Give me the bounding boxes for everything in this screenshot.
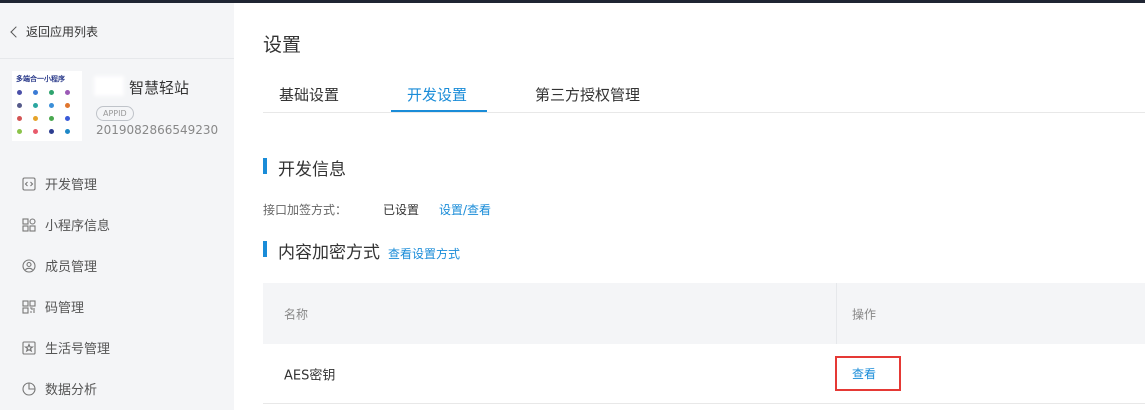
- tab-basic-settings[interactable]: 基础设置: [279, 84, 339, 105]
- table-row: AES密钥 查看: [263, 344, 1145, 404]
- sidebar: 返回应用列表 多端合一小程序 智慧轻站 APPID 20190828665492…: [0, 3, 234, 410]
- view-aes-key-button[interactable]: 查看: [835, 356, 901, 391]
- page-title: 设置: [263, 34, 302, 56]
- sign-method-row: 接口加签方式： 已设置 设置/查看: [263, 201, 491, 218]
- sign-method-label: 接口加签方式：: [263, 203, 348, 217]
- sign-method-link[interactable]: 设置/查看: [439, 201, 491, 218]
- sidebar-item-members[interactable]: 成员管理: [0, 245, 234, 286]
- grid-icon: [22, 217, 36, 232]
- settings-tabs: 基础设置 开发设置 第三方授权管理: [263, 75, 1145, 113]
- encryption-heading: 内容加密方式 查看设置方式: [263, 238, 460, 263]
- chevron-left-icon: [10, 26, 22, 38]
- tab-third-party-auth[interactable]: 第三方授权管理: [535, 84, 640, 105]
- sidebar-divider: [0, 58, 234, 59]
- dev-info-title: 开发信息: [278, 160, 346, 180]
- app-icon-dots: [17, 90, 82, 135]
- row-name: AES密钥: [284, 368, 336, 383]
- sidebar-item-code-management[interactable]: 码管理: [0, 286, 234, 327]
- app-name: 智慧轻站: [129, 79, 190, 97]
- pie-chart-icon: [22, 381, 36, 396]
- star-box-icon: [22, 340, 36, 355]
- column-header-action: 操作: [852, 307, 877, 321]
- sign-method-status: 已设置: [383, 203, 420, 217]
- sidebar-item-label: 开发管理: [45, 178, 98, 193]
- sidebar-item-dev-management[interactable]: 开发管理: [0, 163, 234, 204]
- dev-info-heading: 开发信息: [263, 155, 346, 180]
- main-content: 设置 基础设置 开发设置 第三方授权管理 开发信息 接口加签方式： 已设置 设置…: [234, 3, 1145, 410]
- qrcode-icon: [22, 299, 36, 314]
- code-icon: [22, 176, 36, 191]
- table-header: 名称 操作: [263, 283, 1145, 344]
- sidebar-item-miniapp-info[interactable]: 小程序信息: [0, 204, 234, 245]
- sidebar-item-label: 生活号管理: [45, 342, 111, 357]
- app-icon-title: 多端合一小程序: [16, 75, 65, 83]
- column-separator: [836, 283, 837, 344]
- sidebar-nav: 开发管理 小程序信息 成员管理 码管理 生活号管理 数据分析: [0, 163, 234, 409]
- sidebar-item-label: 小程序信息: [45, 219, 111, 234]
- user-circle-icon: [22, 258, 36, 273]
- tab-dev-settings[interactable]: 开发设置: [407, 84, 467, 105]
- section-accent-bar: [263, 241, 267, 257]
- appid-badge: APPID: [96, 106, 134, 121]
- sidebar-item-label: 数据分析: [45, 383, 98, 398]
- appid-value: 2019082866549230: [96, 123, 219, 137]
- back-label: 返回应用列表: [26, 25, 99, 39]
- section-accent-bar: [263, 158, 267, 174]
- sidebar-item-data-analysis[interactable]: 数据分析: [0, 368, 234, 409]
- redacted-region: [94, 76, 124, 96]
- sidebar-item-lifestyle-account[interactable]: 生活号管理: [0, 327, 234, 368]
- encryption-title: 内容加密方式: [278, 243, 380, 263]
- view-button-label: 查看: [852, 367, 877, 381]
- sidebar-item-label: 成员管理: [45, 260, 98, 275]
- active-tab-indicator: [391, 110, 487, 112]
- column-header-name: 名称: [284, 307, 309, 321]
- app-icon: 多端合一小程序: [12, 71, 82, 141]
- back-to-app-list-link[interactable]: 返回应用列表: [10, 23, 99, 40]
- sidebar-item-label: 码管理: [45, 301, 85, 316]
- encryption-table: 名称 操作 AES密钥 查看: [263, 283, 1145, 404]
- view-setup-method-link[interactable]: 查看设置方式: [388, 245, 460, 262]
